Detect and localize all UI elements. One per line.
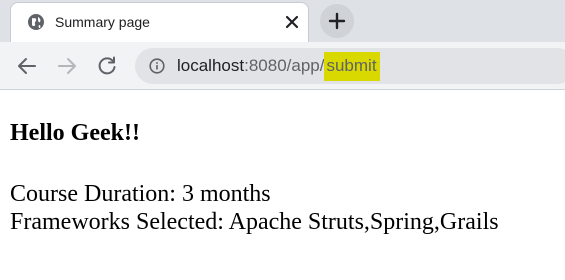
browser-tab[interactable]: Summary page [10,2,309,42]
url-host: localhost [177,56,245,75]
course-duration-text: Course Duration: 3 months [10,181,271,207]
page-heading: Hello Geek!! [10,120,140,146]
tab-title: Summary page [55,14,150,30]
arrow-right-icon[interactable] [55,54,79,78]
tab-strip: Summary page [0,0,565,42]
arrow-left-icon[interactable] [15,54,39,78]
browser-toolbar: localhost:8080/app/submit [0,42,565,90]
url-path: :8080/app/ [244,56,325,75]
url-path-highlighted: submit [324,52,380,81]
frameworks-selected-text: Frameworks Selected: Apache Struts,Sprin… [10,209,499,235]
new-tab-button[interactable] [320,4,354,38]
info-icon[interactable] [149,58,165,74]
url-text[interactable]: localhost:8080/app/submit [177,52,380,81]
globe-icon [28,14,44,30]
reload-icon[interactable] [95,54,119,78]
address-bar[interactable]: localhost:8080/app/submit [135,48,565,84]
plus-icon [328,12,346,30]
close-icon[interactable] [283,13,301,31]
